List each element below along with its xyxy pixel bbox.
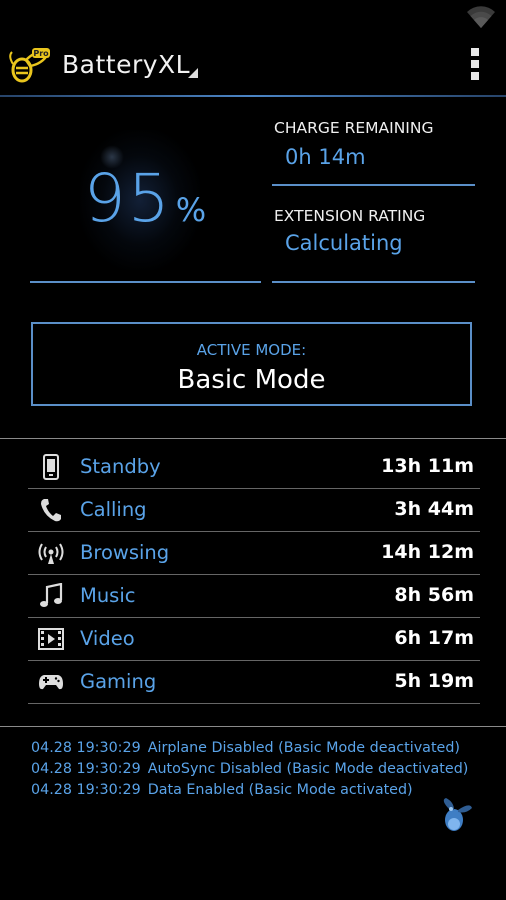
usage-time: 13h 11m <box>381 455 474 477</box>
usage-row-browsing[interactable]: Browsing 14h 12m <box>28 532 480 575</box>
usage-row-music[interactable]: Music 8h 56m <box>28 575 480 618</box>
active-mode-label: ACTIVE MODE: <box>196 341 307 359</box>
usage-time: 3h 44m <box>394 498 474 520</box>
log-timestamp: 04.28 19:30:29 <box>31 761 141 777</box>
usage-row-calling[interactable]: Calling 3h 44m <box>28 489 480 532</box>
charge-remaining-label: CHARGE REMAINING <box>274 119 434 137</box>
usage-time: 6h 17m <box>394 627 474 649</box>
usage-row-video[interactable]: Video 6h 17m <box>28 618 480 661</box>
usage-name: Music <box>80 584 136 607</box>
phone-standby-icon <box>43 454 59 480</box>
phone-handset-icon <box>41 499 61 522</box>
firefly-bug-icon[interactable] <box>436 796 476 836</box>
film-strip-icon <box>38 628 64 650</box>
usage-estimates-list: Standby 13h 11m Calling 3h 44m Browsing … <box>28 446 480 704</box>
event-log: 04.28 19:30:29 Airplane Disabled (Basic M… <box>31 738 481 801</box>
music-note-icon <box>40 583 63 607</box>
battery-percent-value: 95 <box>83 160 172 237</box>
usage-name: Browsing <box>80 541 170 564</box>
status-bar <box>0 0 506 36</box>
overflow-menu-icon[interactable] <box>468 48 482 82</box>
battery-percent-sign: % <box>175 191 207 229</box>
usage-time: 5h 19m <box>394 670 474 692</box>
section-divider-top <box>0 438 506 439</box>
charge-underline <box>272 184 475 186</box>
usage-time: 8h 56m <box>394 584 474 606</box>
log-entry: 04.28 19:30:29 Data Enabled (Basic Mode a… <box>31 780 481 801</box>
active-mode-value: Basic Mode <box>177 365 326 395</box>
wifi-icon <box>467 6 495 28</box>
svg-text:Pro: Pro <box>33 49 49 58</box>
usage-name: Video <box>80 627 135 650</box>
dropdown-indicator-icon[interactable] <box>188 68 198 78</box>
battery-percentage: 95% <box>30 160 260 237</box>
gamepad-icon <box>39 675 63 690</box>
usage-name: Calling <box>80 498 147 521</box>
active-mode-button[interactable]: ACTIVE MODE: Basic Mode <box>31 322 472 406</box>
usage-name: Standby <box>80 455 161 478</box>
extension-rating-value: Calculating <box>285 231 403 255</box>
percentage-underline <box>30 281 261 283</box>
firefly-logo-icon[interactable]: Pro <box>8 46 52 84</box>
action-bar-divider <box>0 95 506 97</box>
antenna-signal-icon <box>38 543 64 564</box>
log-timestamp: 04.28 19:30:29 <box>31 782 141 798</box>
usage-row-gaming[interactable]: Gaming 5h 19m <box>28 661 480 704</box>
action-bar: Pro BatteryXL <box>0 36 506 94</box>
log-message: AutoSync Disabled (Basic Mode deactivate… <box>147 761 469 777</box>
log-message: Airplane Disabled (Basic Mode deactivate… <box>147 740 460 756</box>
log-message: Data Enabled (Basic Mode activated) <box>147 782 413 798</box>
extension-underline <box>272 281 475 283</box>
section-divider-bottom <box>0 726 506 727</box>
log-timestamp: 04.28 19:30:29 <box>31 740 141 756</box>
usage-name: Gaming <box>80 670 157 693</box>
extension-rating-label: EXTENSION RATING <box>274 207 426 225</box>
app-title[interactable]: BatteryXL <box>62 50 190 79</box>
log-entry: 04.28 19:30:29 AutoSync Disabled (Basic M… <box>31 759 481 780</box>
log-entry: 04.28 19:30:29 Airplane Disabled (Basic M… <box>31 738 481 759</box>
usage-row-standby[interactable]: Standby 13h 11m <box>28 446 480 489</box>
charge-remaining-value: 0h 14m <box>285 145 366 169</box>
usage-time: 14h 12m <box>381 541 474 563</box>
